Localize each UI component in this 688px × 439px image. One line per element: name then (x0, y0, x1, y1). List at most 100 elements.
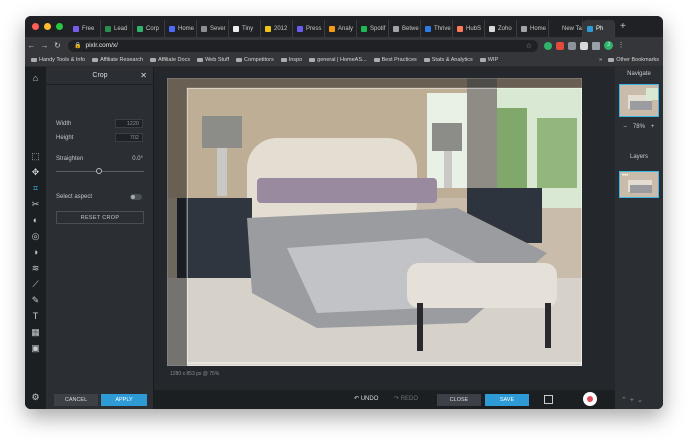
tab-label: Free (82, 25, 95, 32)
bookmark-item[interactable]: Stats & Analytics (423, 57, 473, 63)
navigate-title: Navigate (627, 71, 651, 77)
tab-1[interactable]: Lead (101, 20, 133, 37)
folder-icon (92, 58, 99, 62)
tab-13[interactable]: Zoho (485, 20, 517, 37)
zoom-out-button[interactable]: – (624, 124, 627, 130)
other-bookmarks[interactable]: Other Bookmarks (608, 57, 659, 63)
favicon-icon (361, 25, 367, 32)
save-button[interactable]: SAVE (485, 394, 529, 406)
tab-3[interactable]: Home (165, 20, 197, 37)
bookmark-item[interactable]: Handy Tools & Info (31, 57, 85, 63)
bookmark-item[interactable]: Competitors (236, 57, 274, 63)
tab-15[interactable]: New Tab (549, 20, 583, 37)
layer-item[interactable]: ••• (619, 171, 659, 198)
settings-gear-icon[interactable]: ⚙ (28, 390, 43, 404)
cutout-icon[interactable]: ✂ (28, 197, 43, 211)
tab-12[interactable]: HubS (453, 20, 485, 37)
extension-icon[interactable] (580, 41, 588, 50)
extension-icon[interactable] (556, 41, 564, 50)
tab-4[interactable]: Sever (197, 20, 229, 37)
tab-11[interactable]: Thrive (421, 20, 453, 37)
favicon-icon (201, 25, 207, 32)
tab-5[interactable]: Tiny (229, 20, 261, 37)
cancel-button[interactable]: CANCEL (54, 393, 98, 406)
undo-button[interactable]: ↶ UNDO (354, 390, 378, 409)
bookmark-label: Best Practices (381, 57, 417, 63)
tab-strip: Free Lead Corp Home Sever Tiny 2012 Press Analy S… (69, 16, 615, 37)
tab-16[interactable]: Ph (583, 20, 615, 37)
tab-label: Ph (596, 25, 604, 32)
pattern-icon[interactable]: ▦ (28, 325, 43, 339)
image-icon[interactable]: ▣ (28, 341, 43, 355)
bookmark-item[interactable]: general | HomeAS... (309, 57, 367, 63)
height-input[interactable]: 702 (115, 133, 143, 142)
back-icon[interactable]: ← (25, 41, 38, 50)
profile-avatar[interactable]: J (604, 41, 613, 50)
tab-2[interactable]: Corp (133, 20, 165, 37)
retouch-icon[interactable]: ⟋ (28, 277, 43, 291)
image-size-info: 1280 x 853 px @ 75% (170, 371, 220, 377)
extensions: J ⋮ (544, 41, 625, 50)
bookmark-item[interactable]: Inspo (280, 57, 302, 63)
help-avatar-button[interactable] (583, 392, 597, 406)
select-aspect-toggle[interactable] (130, 194, 142, 200)
close-button[interactable]: CLOSE (437, 394, 481, 406)
tab-9[interactable]: Spotif (357, 20, 389, 37)
panel-toggle-icon[interactable] (544, 395, 553, 404)
filter-icon[interactable]: ◎ (28, 229, 43, 243)
bookmark-label: Stats & Analytics (431, 57, 473, 63)
tab-label: New Tab (562, 25, 583, 32)
bookmark-item[interactable]: WIP (479, 57, 498, 63)
layer-menu-icon[interactable]: ••• (622, 173, 628, 179)
crop-icon[interactable]: ⌗ (28, 181, 43, 195)
minimize-window-button[interactable] (44, 23, 51, 30)
reset-crop-button[interactable]: RESET CROP (56, 211, 144, 224)
canvas-toolbar: ↶ UNDO ↷ REDO CLOSE SAVE (154, 390, 615, 409)
url-field[interactable]: 🔒 pixlr.com/x/ ☆ (68, 39, 538, 52)
crop-panel: Crop ✕ Width 1220 Height 702 Straighten … (46, 67, 154, 409)
home-icon[interactable]: ⌂ (28, 71, 43, 85)
extension-icon[interactable] (544, 41, 552, 50)
tab-label: Home (178, 25, 195, 32)
width-input[interactable]: 1220 (115, 119, 143, 128)
chevron-right-icon[interactable]: » (599, 57, 602, 63)
tab-6[interactable]: 2012 (261, 20, 293, 37)
close-window-button[interactable] (32, 23, 39, 30)
redo-button[interactable]: ↷ REDO (394, 390, 418, 409)
bookmark-list: Handy Tools & Info Affiliate Research Affi… (31, 57, 498, 63)
dodge-burn-icon[interactable]: ◑ (28, 245, 43, 259)
tab-10[interactable]: Betwe (389, 20, 421, 37)
tab-7[interactable]: Press (293, 20, 325, 37)
adjust-icon[interactable]: ◐ (28, 213, 43, 227)
tab-0[interactable]: Free (69, 20, 101, 37)
forward-icon[interactable]: → (38, 41, 51, 50)
close-icon[interactable]: ✕ (140, 67, 147, 85)
zoom-in-button[interactable]: + (651, 124, 655, 130)
brush-icon[interactable]: ✎ (28, 293, 43, 307)
bookmark-item[interactable]: Best Practices (373, 57, 417, 63)
text-icon[interactable]: T (28, 309, 43, 323)
panel-nav-icons[interactable]: ⌃+⌄ (621, 396, 646, 404)
arrange-icon[interactable]: ⬚ (28, 149, 43, 163)
tab-label: Spotif (370, 25, 386, 32)
bookmark-item[interactable]: Affiliate Docs (150, 57, 190, 63)
bookmark-star-icon[interactable]: ☆ (526, 42, 532, 50)
extension-icon[interactable] (568, 41, 576, 50)
straighten-slider-handle[interactable] (96, 168, 102, 174)
canvas-area[interactable]: 1280 x 853 px @ 75% (154, 67, 615, 409)
navigator-thumbnail[interactable] (619, 84, 659, 117)
move-icon[interactable]: ✥ (28, 165, 43, 179)
bookmark-item[interactable]: Affiliate Research (92, 57, 143, 63)
maximize-window-button[interactable] (56, 23, 63, 30)
tab-8[interactable]: Analy (325, 20, 357, 37)
tab-label: Tiny (242, 25, 254, 32)
bookmark-item[interactable]: Web Stuff (197, 57, 229, 63)
liquify-icon[interactable]: ≋ (28, 261, 43, 275)
menu-icon[interactable]: ⋮ (617, 42, 625, 50)
tab-14[interactable]: Home (517, 20, 549, 37)
reload-icon[interactable]: ↻ (51, 41, 64, 50)
puzzle-icon[interactable] (592, 41, 600, 50)
folder-icon (479, 58, 486, 62)
new-tab-button[interactable]: + (620, 21, 626, 32)
apply-button[interactable]: APPLY (101, 393, 147, 406)
